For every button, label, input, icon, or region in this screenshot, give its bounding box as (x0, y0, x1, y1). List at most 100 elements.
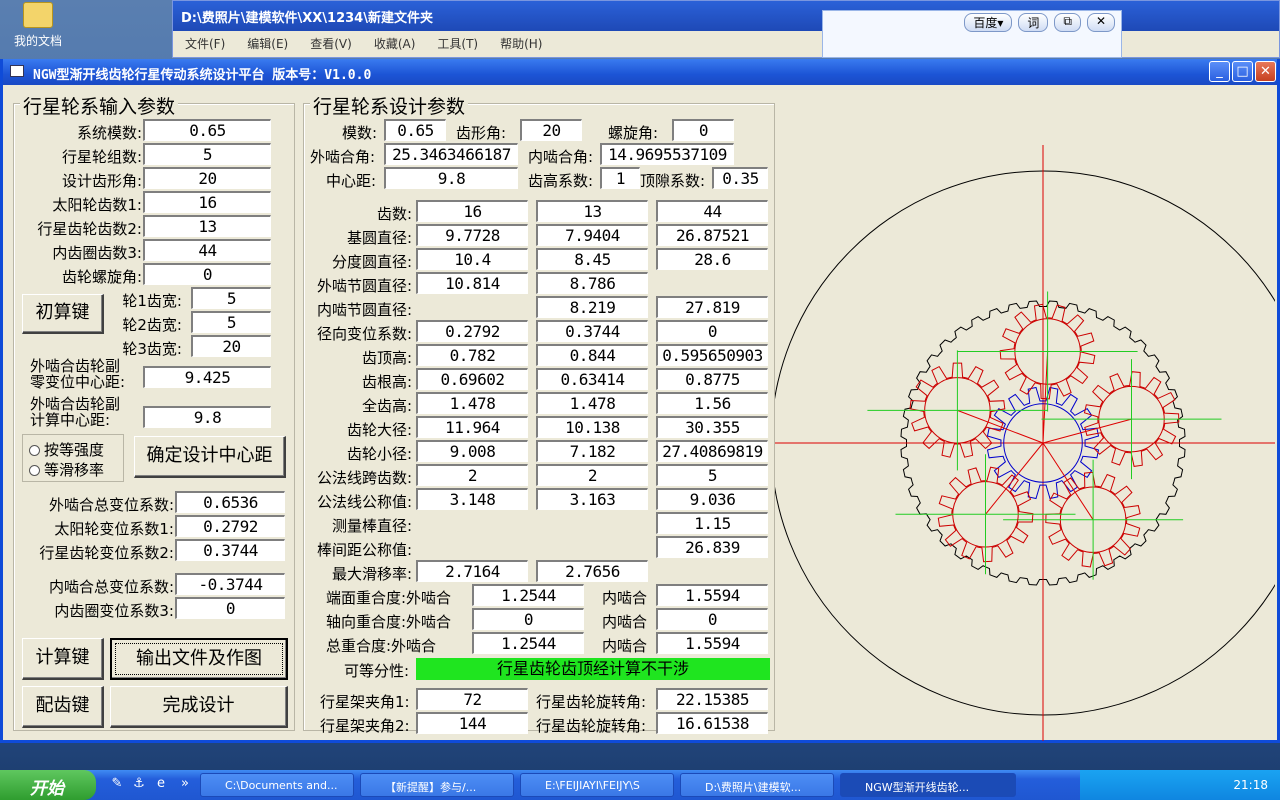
table-cell[interactable]: 2.7164 (416, 560, 528, 582)
table-cell[interactable]: 28.6 (656, 248, 768, 270)
maximize-button[interactable]: □ (1232, 61, 1253, 82)
helix-angle-field[interactable]: 0 (143, 263, 271, 285)
planet-rotation-field[interactable]: 16.61538 (656, 712, 768, 734)
addendum-coef-field[interactable]: 1 (600, 167, 640, 189)
initial-calc-button[interactable]: 初算键 (22, 294, 104, 334)
width3-field[interactable]: 20 (191, 335, 271, 357)
table-cell[interactable]: 0.63414 (536, 368, 648, 390)
carrier-angle-field[interactable]: 72 (416, 688, 528, 710)
sys-module-field[interactable]: 0.65 (143, 119, 271, 141)
table-cell[interactable]: 8.45 (536, 248, 648, 270)
table-cell[interactable]: 9.008 (416, 440, 528, 462)
confirm-center-button[interactable]: 确定设计中心距 (134, 436, 286, 478)
table-cell[interactable]: 2.7656 (536, 560, 648, 582)
table-cell[interactable]: 8.786 (536, 272, 648, 294)
table-cell[interactable]: 3.148 (416, 488, 528, 510)
ring-teeth-field[interactable]: 44 (143, 239, 271, 261)
planet-shift-field[interactable]: 0.3744 (175, 539, 285, 561)
calc-button[interactable]: 计算键 (22, 638, 104, 680)
quicklaunch-more-icon[interactable]: » (176, 776, 194, 794)
table-cell[interactable]: 0.595650903 (656, 344, 768, 366)
ring-shift-field[interactable]: 0 (175, 597, 285, 619)
table-cell[interactable]: 0.69602 (416, 368, 528, 390)
table-cell[interactable]: 0.782 (416, 344, 528, 366)
planet-teeth-field[interactable]: 13 (143, 215, 271, 237)
table-cell[interactable]: 9.036 (656, 488, 768, 510)
table-cell[interactable]: 26.87521 (656, 224, 768, 246)
table-cell[interactable]: 27.40869819 (656, 440, 768, 462)
width1-field[interactable]: 5 (191, 287, 271, 309)
pressure-angle-field[interactable]: 20 (143, 167, 271, 189)
planet-rotation-field[interactable]: 22.15385 (656, 688, 768, 710)
contact-int-field[interactable]: 0 (656, 608, 768, 630)
close-window-button[interactable]: ✕ (1255, 61, 1276, 82)
calc-center-field[interactable]: 9.8 (143, 406, 271, 428)
contact-int-field[interactable]: 1.5594 (656, 584, 768, 606)
int-angle-field[interactable]: 14.9695537109 (600, 143, 734, 165)
desktop-my-documents[interactable]: 我的文档 (8, 2, 68, 49)
table-cell[interactable]: 0.3744 (536, 320, 648, 342)
sun-teeth-field[interactable]: 16 (143, 191, 271, 213)
menu-tools[interactable]: 工具(T) (437, 35, 478, 52)
finish-design-button[interactable]: 完成设计 (110, 686, 288, 728)
table-cell[interactable]: 7.182 (536, 440, 648, 462)
contact-int-field[interactable]: 1.5594 (656, 632, 768, 654)
table-cell[interactable]: 10.814 (416, 272, 528, 294)
quicklaunch-icon[interactable]: ✎ (108, 776, 126, 794)
table-cell[interactable]: 27.819 (656, 296, 768, 318)
table-cell[interactable]: 1.56 (656, 392, 768, 414)
helix-field[interactable]: 0 (672, 119, 734, 141)
table-cell[interactable]: 1.478 (416, 392, 528, 414)
ext-total-shift-field[interactable]: 0.6536 (175, 491, 285, 513)
table-cell[interactable]: 1.15 (656, 512, 768, 534)
table-cell[interactable]: 0.844 (536, 344, 648, 366)
copy-icon[interactable]: ⧉ (1054, 13, 1081, 32)
taskbar-item-photos[interactable]: D:\费照片\建模软... (680, 773, 834, 797)
ext-angle-field[interactable]: 25.3463466187 (384, 143, 518, 165)
tooth-angle-field[interactable]: 20 (520, 119, 582, 141)
baidu-search-button[interactable]: 百度▾ (964, 13, 1013, 32)
table-cell[interactable]: 0.8775 (656, 368, 768, 390)
table-cell[interactable]: 13 (536, 200, 648, 222)
contact-ext-field[interactable]: 1.2544 (472, 584, 584, 606)
table-cell[interactable]: 1.478 (536, 392, 648, 414)
menu-favorites[interactable]: 收藏(A) (374, 35, 416, 52)
quicklaunch-anchor-icon[interactable]: ⚓ (130, 776, 148, 794)
planet-groups-field[interactable]: 5 (143, 143, 271, 165)
table-cell[interactable]: 8.219 (536, 296, 648, 318)
table-cell[interactable]: 10.4 (416, 248, 528, 270)
menu-help[interactable]: 帮助(H) (500, 35, 542, 52)
table-cell[interactable]: 0.2792 (416, 320, 528, 342)
taskbar-item-feijiayi[interactable]: E:\FEIJIAYI\FEIJY\S (520, 773, 674, 797)
table-cell[interactable]: 16 (416, 200, 528, 222)
contact-ext-field[interactable]: 1.2544 (472, 632, 584, 654)
clearance-field[interactable]: 0.35 (712, 167, 768, 189)
table-cell[interactable]: 44 (656, 200, 768, 222)
table-cell[interactable]: 0 (656, 320, 768, 342)
table-cell[interactable]: 3.163 (536, 488, 648, 510)
taskbar-item-reminder[interactable]: 【新提醒】参与/... (360, 773, 514, 797)
table-cell[interactable]: 26.839 (656, 536, 768, 558)
taskbar-item-ngw[interactable]: NGW型渐开线齿轮... (840, 773, 1016, 797)
output-draw-button[interactable]: 输出文件及作图 (110, 638, 288, 680)
center-field[interactable]: 9.8 (384, 167, 518, 189)
table-cell[interactable]: 11.964 (416, 416, 528, 438)
equal-slip-radio[interactable]: 等滑移率 (29, 459, 104, 480)
table-cell[interactable]: 5 (656, 464, 768, 486)
start-button[interactable]: 开始 (0, 770, 96, 800)
minimize-button[interactable]: _ (1209, 61, 1230, 82)
table-cell[interactable]: 9.7728 (416, 224, 528, 246)
menu-edit[interactable]: 编辑(E) (247, 35, 288, 52)
menu-file[interactable]: 文件(F) (185, 35, 225, 52)
match-teeth-button[interactable]: 配齿键 (22, 686, 104, 728)
contact-ext-field[interactable]: 0 (472, 608, 584, 630)
table-cell[interactable]: 2 (416, 464, 528, 486)
width2-field[interactable]: 5 (191, 311, 271, 333)
table-cell[interactable]: 7.9404 (536, 224, 648, 246)
taskbar-item-documents[interactable]: C:\Documents and... (200, 773, 354, 797)
sun-shift-field[interactable]: 0.2792 (175, 515, 285, 537)
equal-strength-radio[interactable]: 按等强度 (29, 439, 104, 460)
module-field[interactable]: 0.65 (384, 119, 446, 141)
carrier-angle-field[interactable]: 144 (416, 712, 528, 734)
table-cell[interactable]: 30.355 (656, 416, 768, 438)
